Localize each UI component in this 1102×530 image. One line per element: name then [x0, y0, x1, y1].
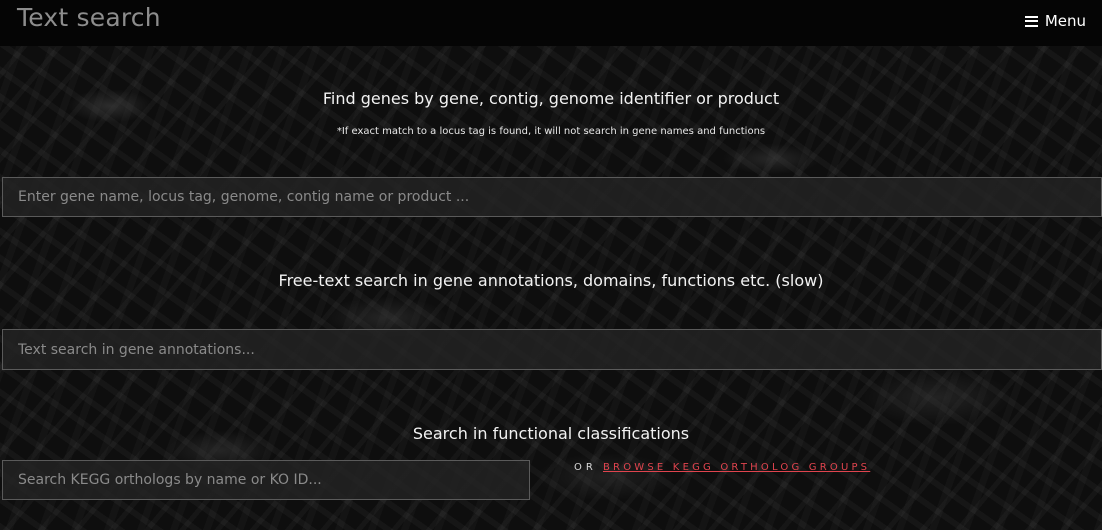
menu-button[interactable]: Menu — [1024, 12, 1086, 30]
freetext-search-heading: Free-text search in gene annotations, do… — [278, 271, 824, 290]
top-bar: Text search Menu — [0, 0, 1102, 46]
gene-search-input[interactable] — [2, 177, 1102, 217]
gene-search-heading: Find genes by gene, contig, genome ident… — [322, 89, 780, 108]
freetext-search-input[interactable] — [2, 329, 1102, 370]
or-label: OR — [574, 462, 597, 473]
functional-search-heading: Search in functional classifications — [412, 424, 690, 443]
page-title: Text search — [17, 3, 161, 32]
gene-search-note: *If exact match to a locus tag is found,… — [336, 126, 766, 137]
menu-label[interactable]: Menu — [1045, 12, 1086, 30]
browse-kegg-link[interactable]: BROWSE KEGG ORTHOLOG GROUPS — [603, 462, 870, 473]
hamburger-icon[interactable] — [1024, 15, 1038, 27]
kegg-search-input[interactable] — [2, 460, 530, 500]
